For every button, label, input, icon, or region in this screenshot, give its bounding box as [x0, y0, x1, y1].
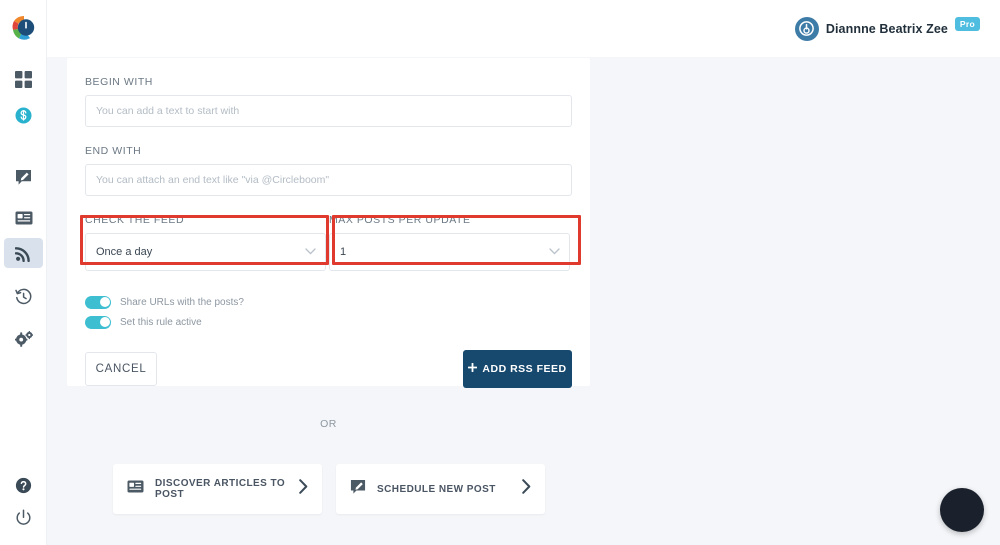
sidebar-item-queue[interactable] [4, 203, 43, 233]
circleboom-logo-icon [12, 15, 34, 40]
max-posts-value: 1 [340, 246, 347, 258]
user-avatar-icon [799, 21, 815, 36]
add-rss-feed-label: ADD RSS FEED [482, 363, 567, 375]
max-posts-select[interactable]: 1 [329, 233, 570, 271]
floating-menu-button[interactable] [940, 488, 984, 532]
avatar [794, 16, 819, 41]
discover-articles-card[interactable]: DISCOVER ARTICLES TO POST [113, 464, 322, 514]
form-actions: CANCEL ADD RSS FEED [85, 350, 572, 388]
grid-dashboard-icon [15, 70, 32, 88]
check-the-feed-select[interactable]: Once a day [85, 233, 326, 271]
question-help-icon [15, 477, 32, 493]
plus-icon [468, 362, 478, 375]
user-account-menu[interactable]: Diannne Beatrix Zee Pro [794, 16, 980, 41]
sidebar-item-dashboard[interactable] [4, 64, 43, 94]
discover-articles-label: DISCOVER ARTICLES TO POST [155, 478, 286, 500]
or-divider-label: OR [320, 418, 337, 430]
end-with-label: END WITH [85, 145, 142, 157]
max-posts-label: MAX POSTS PER UPDATE [329, 214, 471, 226]
sidebar-item-help[interactable] [4, 470, 43, 500]
plan-badge: Pro [954, 16, 980, 31]
pencil-edit-icon [16, 169, 31, 185]
rss-feed-icon [15, 246, 30, 262]
sidebar-item-credits[interactable] [4, 100, 43, 130]
chevron-down-icon [305, 246, 316, 258]
chevron-right-icon [522, 479, 531, 499]
app-logo[interactable] [0, 8, 47, 48]
user-name: Diannne Beatrix Zee [825, 21, 948, 36]
newspaper-queue-icon [15, 211, 32, 225]
share-urls-toggle[interactable] [85, 295, 111, 309]
begin-with-label: BEGIN WITH [85, 76, 153, 88]
sidebar-item-settings[interactable] [4, 324, 43, 354]
rule-active-toggle[interactable] [85, 315, 111, 329]
newspaper-articles-icon [127, 480, 144, 498]
schedule-new-post-label: SCHEDULE NEW POST [377, 483, 496, 495]
sidebar-item-history[interactable] [4, 281, 43, 311]
sidebar [0, 0, 47, 545]
rule-active-label: Set this rule active [120, 316, 202, 328]
history-clock-icon [15, 288, 32, 304]
share-urls-label: Share URLs with the posts? [120, 296, 244, 308]
toggle-group: Share URLs with the posts? Set this rule… [85, 293, 572, 331]
chevron-right-icon [299, 479, 308, 499]
app-root: Diannne Beatrix Zee Pro BEGIN WITH END W… [0, 0, 1000, 545]
begin-with-input[interactable] [85, 95, 572, 127]
share-urls-toggle-row: Share URLs with the posts? [85, 293, 572, 311]
check-the-feed-value: Once a day [96, 246, 153, 258]
power-logout-icon [16, 509, 31, 525]
coin-dollar-icon [15, 107, 32, 123]
cancel-button[interactable]: CANCEL [85, 352, 157, 386]
end-with-input[interactable] [85, 164, 572, 196]
top-header: Diannne Beatrix Zee Pro [47, 0, 1000, 57]
chevron-down-icon [549, 246, 560, 258]
sidebar-item-logout[interactable] [4, 502, 43, 532]
gears-settings-icon [14, 331, 33, 347]
add-rss-feed-button[interactable]: ADD RSS FEED [463, 350, 572, 388]
sidebar-item-compose[interactable] [4, 162, 43, 192]
schedule-new-post-card[interactable]: SCHEDULE NEW POST [336, 464, 545, 514]
pencil-edit-icon [350, 479, 366, 500]
sidebar-item-rss[interactable] [4, 238, 43, 268]
rule-active-toggle-row: Set this rule active [85, 313, 572, 331]
check-the-feed-label: CHECK THE FEED [85, 214, 185, 226]
rss-feed-form-card: BEGIN WITH END WITH CHECK THE FEED Once … [67, 58, 590, 388]
